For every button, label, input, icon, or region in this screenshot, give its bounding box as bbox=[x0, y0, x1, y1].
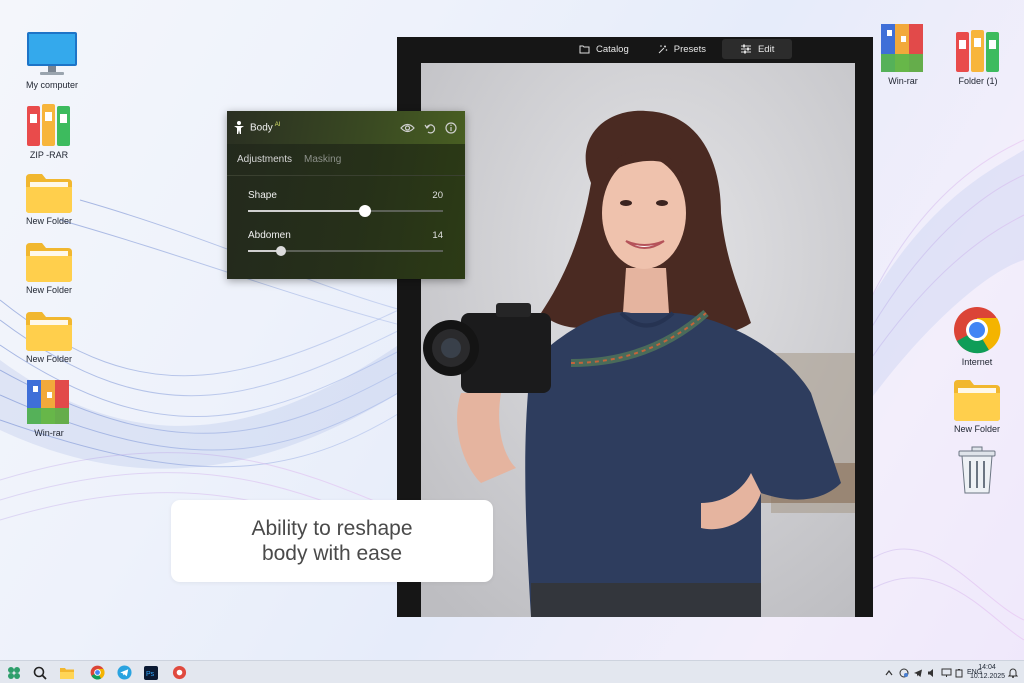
panel-tabs: Adjustments Masking bbox=[227, 144, 465, 176]
app-icon bbox=[172, 665, 186, 680]
chrome-icon bbox=[954, 307, 1001, 354]
recycle-bin-icon bbox=[958, 446, 996, 494]
slider-fill bbox=[248, 210, 365, 212]
shape-slider[interactable] bbox=[248, 205, 443, 217]
desktop-icon-label: My computer bbox=[25, 80, 78, 90]
chevron-up-icon[interactable] bbox=[884, 668, 894, 678]
tab-edit[interactable]: Edit bbox=[721, 39, 793, 59]
desktop-icon-label: New Folder bbox=[25, 216, 72, 226]
folder-outline-icon bbox=[579, 45, 590, 54]
zip-binders-icon bbox=[27, 104, 70, 146]
editor-top-tabs: Catalog Presets Edit bbox=[567, 39, 793, 59]
battery-icon[interactable] bbox=[955, 668, 963, 678]
chrome-icon bbox=[90, 665, 105, 680]
network-icon[interactable] bbox=[899, 668, 909, 678]
desktop-icon-label: Folder (1) bbox=[958, 76, 998, 86]
search-button[interactable] bbox=[31, 664, 49, 681]
desktop-icon-label: ZIP -RAR bbox=[29, 150, 69, 160]
person-icon bbox=[234, 120, 244, 134]
tab-catalog[interactable]: Catalog bbox=[567, 39, 641, 59]
desktop-icon-label: New Folder bbox=[25, 285, 72, 295]
tab-label: Catalog bbox=[596, 43, 629, 55]
taskbar-chrome[interactable] bbox=[88, 664, 106, 681]
search-icon bbox=[33, 666, 47, 680]
folder-icon bbox=[26, 243, 72, 282]
taskbar-app[interactable] bbox=[170, 664, 188, 681]
clock-time: 14:04 bbox=[978, 664, 996, 671]
panel-header: Body AI bbox=[227, 111, 465, 144]
desktop-icon-win-rar-right[interactable]: Win-rar bbox=[868, 22, 938, 86]
system-tray: ENG bbox=[884, 661, 982, 683]
slider-row-shape: Shape 20 bbox=[248, 176, 443, 217]
desktop-icon-my-computer[interactable]: My computer bbox=[17, 30, 87, 90]
ai-badge: AI bbox=[274, 121, 281, 128]
eye-icon[interactable] bbox=[400, 123, 415, 133]
tab-masking[interactable]: Masking bbox=[304, 154, 341, 165]
slider-label: Abdomen bbox=[248, 230, 291, 241]
taskbar-photoshop[interactable]: Ps bbox=[142, 664, 160, 681]
caption-line-2: body with ease bbox=[261, 542, 403, 565]
folder-icon bbox=[26, 174, 72, 213]
tab-label: Edit bbox=[757, 43, 775, 55]
folder-icon bbox=[954, 380, 1000, 421]
taskbar-clock[interactable]: 14:04 10.12.2025 bbox=[970, 663, 1006, 681]
desktop-icon-label: New Folder bbox=[25, 354, 72, 364]
folder-icon bbox=[26, 312, 72, 351]
tab-label: Presets bbox=[673, 43, 706, 55]
svg-text:Ps: Ps bbox=[146, 671, 155, 678]
desktop-icon-recycle-bin[interactable] bbox=[942, 445, 1012, 495]
desktop-icon-label: New Folder bbox=[953, 424, 1000, 434]
tab-adjustments[interactable]: Adjustments bbox=[237, 154, 292, 165]
sliders-icon bbox=[740, 44, 751, 54]
desktop-icon-new-folder-1[interactable]: New Folder bbox=[14, 170, 84, 226]
desktop-icon-win-rar[interactable]: Win-rar bbox=[14, 378, 84, 438]
display-icon[interactable] bbox=[941, 668, 952, 678]
slider-value: 14 bbox=[432, 230, 443, 241]
telegram-tray-icon[interactable] bbox=[913, 668, 923, 678]
volume-icon[interactable] bbox=[927, 668, 937, 678]
magic-wand-icon bbox=[658, 44, 668, 53]
body-ai-panel: Body AI Adjustments Masking Shape 20 Abd… bbox=[227, 111, 465, 279]
tab-presets[interactable]: Presets bbox=[645, 39, 718, 59]
desktop-icon-label: Win-rar bbox=[34, 428, 64, 438]
notifications-button[interactable] bbox=[1004, 664, 1022, 681]
desktop-icon-new-folder-3[interactable]: New Folder bbox=[14, 308, 84, 364]
abdomen-slider[interactable] bbox=[248, 246, 443, 256]
slider-handle[interactable] bbox=[276, 246, 287, 256]
caption-card: Ability to reshape body with ease bbox=[171, 500, 493, 582]
zip-binders-icon bbox=[956, 30, 999, 72]
taskbar-file-explorer[interactable] bbox=[58, 664, 76, 681]
monitor-icon bbox=[27, 32, 77, 75]
telegram-icon bbox=[116, 665, 132, 680]
slider-value: 20 bbox=[432, 190, 443, 201]
winrar-icon bbox=[881, 24, 923, 72]
desktop-icon-internet[interactable]: Internet bbox=[942, 305, 1012, 367]
start-icon bbox=[8, 666, 20, 679]
winrar-icon bbox=[27, 380, 69, 424]
taskbar: Ps ENG 14:04 10.12.2025 bbox=[0, 660, 1024, 683]
desktop-icon-folder-1[interactable]: Folder (1) bbox=[943, 28, 1013, 86]
desktop-icon-label: Win-rar bbox=[888, 76, 918, 86]
taskbar-telegram[interactable] bbox=[115, 664, 133, 681]
clock-date: 10.12.2025 bbox=[970, 673, 1006, 680]
slider-label: Shape bbox=[248, 190, 277, 201]
slider-row-abdomen: Abdomen 14 bbox=[248, 216, 443, 256]
caption-line-1: Ability to reshape bbox=[251, 517, 413, 540]
bell-icon bbox=[1008, 668, 1018, 678]
desktop-icon-zip-rar[interactable]: ZIP -RAR bbox=[14, 102, 84, 160]
desktop-icon-label: Internet bbox=[961, 357, 993, 367]
desktop-icon-new-folder-right[interactable]: New Folder bbox=[942, 376, 1012, 434]
file-explorer-icon bbox=[60, 667, 74, 679]
panel-title: Body AI bbox=[250, 121, 281, 134]
undo-icon[interactable] bbox=[424, 122, 436, 134]
photoshop-icon: Ps bbox=[144, 665, 158, 680]
info-icon[interactable] bbox=[445, 121, 457, 134]
desktop-icon-new-folder-2[interactable]: New Folder bbox=[14, 239, 84, 295]
start-button[interactable] bbox=[5, 664, 23, 681]
